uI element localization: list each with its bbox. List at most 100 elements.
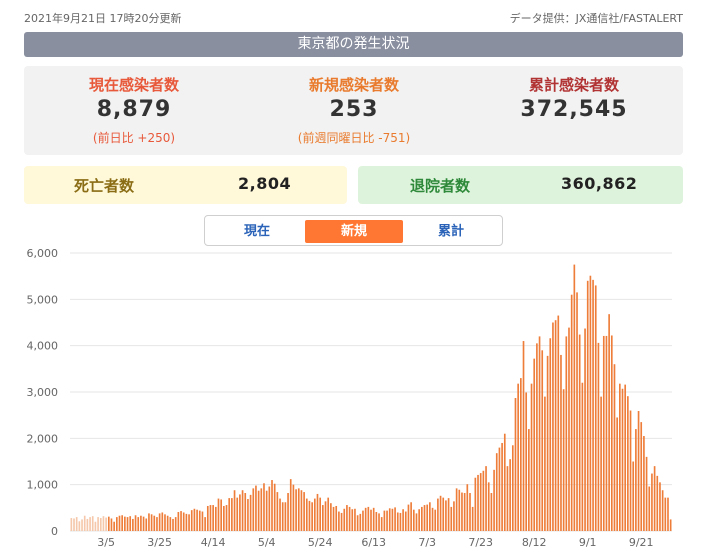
tab-total[interactable]: 累計 [403, 220, 499, 243]
chart-bar [544, 396, 546, 531]
recovered-value: 360,862 [561, 174, 638, 193]
current-infected-value: 8,879 [96, 97, 172, 122]
chart-bar [330, 503, 332, 531]
chart-bar [338, 511, 340, 531]
chart-bar [78, 521, 81, 531]
new-cases-chart: 0 1,000 2,000 3,000 4,000 5,000 6,000 3/5 3/25 4… [27, 247, 672, 549]
chart-bar [421, 506, 423, 531]
chart-bar [209, 505, 212, 531]
chart-bar [70, 518, 73, 531]
chart-bar [107, 516, 110, 531]
chart-bar [287, 493, 289, 531]
chart-bar [560, 354, 562, 531]
chart-bar [169, 517, 172, 531]
chart-bar [158, 513, 161, 531]
chart-bar [145, 518, 148, 531]
chart-bar [279, 498, 281, 531]
chart-bar [391, 508, 394, 531]
chart-bar [648, 486, 651, 531]
chart-bar [153, 515, 156, 531]
chart-bar [289, 479, 292, 531]
chart-bar [204, 517, 206, 531]
chart-bar [396, 512, 399, 531]
chart-bar [303, 492, 305, 531]
chart-bar [602, 335, 605, 531]
chart-bar [463, 493, 466, 531]
chart-bar [134, 515, 137, 531]
chart-bar [536, 343, 538, 531]
chart-bar [327, 497, 330, 531]
chart-bar [637, 411, 640, 531]
chart-bar [394, 507, 396, 531]
chart-bar [573, 264, 576, 531]
chart-bar [479, 473, 482, 531]
chart-bar [188, 514, 190, 531]
chart-bar [375, 512, 378, 531]
chart-bar [600, 396, 602, 531]
new-infected-label: 新規感染者数 [308, 76, 399, 94]
chart-bar [105, 517, 107, 531]
chart-bar [260, 488, 263, 531]
chart-bar [99, 518, 102, 531]
chart-bar [346, 505, 348, 531]
chart-bar [592, 279, 594, 531]
chart-bar [362, 510, 364, 531]
chart-bar [447, 498, 450, 531]
chart-bar [495, 453, 498, 531]
chart-bar [619, 383, 621, 531]
chart-bar [356, 515, 359, 531]
chart-bar [121, 515, 123, 531]
chart-bar [450, 506, 453, 531]
x-tick-label: 3/5 [97, 536, 115, 549]
chart-bar [115, 517, 118, 531]
chart-bar [410, 502, 412, 531]
x-tick-label: 9/21 [629, 536, 654, 549]
tab-new[interactable]: 新規 [305, 220, 403, 243]
chart-bar [437, 498, 439, 531]
chart-bar [271, 480, 273, 531]
chart-bar [426, 504, 429, 531]
chart-bar [354, 508, 356, 531]
chart-bar [73, 518, 75, 531]
chart-bar [97, 517, 99, 531]
chart-bar [520, 378, 522, 531]
chart-bar [471, 506, 474, 531]
chart-bar [228, 498, 231, 531]
x-tick-label: 3/25 [147, 536, 172, 549]
chart-bar [608, 314, 610, 531]
chart-bar [324, 501, 327, 531]
chart-bar [372, 507, 375, 531]
chart-bar [651, 473, 653, 531]
chart-bar [297, 488, 300, 531]
chart-bar [493, 469, 495, 531]
new-infected-diff: (前週同曜日比 -751) [297, 131, 411, 145]
chart-bar [196, 509, 198, 531]
y-tick-label: 0 [51, 525, 58, 538]
chart-bar [434, 509, 437, 531]
chart-bar [257, 490, 260, 531]
chart-bar [610, 335, 613, 531]
chart-bar [541, 350, 544, 531]
chart-bar [102, 516, 105, 531]
chart-bar [140, 515, 142, 531]
x-tick-label: 5/4 [258, 536, 276, 549]
tab-current[interactable]: 現在 [209, 220, 305, 243]
chart-bar [220, 499, 222, 531]
chart-bar [335, 505, 338, 531]
chart-bar [364, 507, 367, 531]
chart-bar [466, 484, 469, 531]
chart-bar [174, 517, 177, 531]
chart-bar [487, 482, 490, 531]
chart-bar [380, 517, 383, 531]
chart-bar [190, 510, 193, 531]
x-tick-label: 5/24 [308, 536, 333, 549]
chart-bar [212, 505, 214, 531]
chart-bar [386, 510, 388, 531]
chart-bar [265, 490, 268, 531]
chart-bar [91, 516, 94, 531]
chart-bar [295, 489, 297, 531]
chart-bar [407, 504, 410, 531]
y-tick-label: 1,000 [27, 479, 59, 492]
chart-bar [308, 500, 311, 531]
chart-bar [613, 364, 616, 531]
